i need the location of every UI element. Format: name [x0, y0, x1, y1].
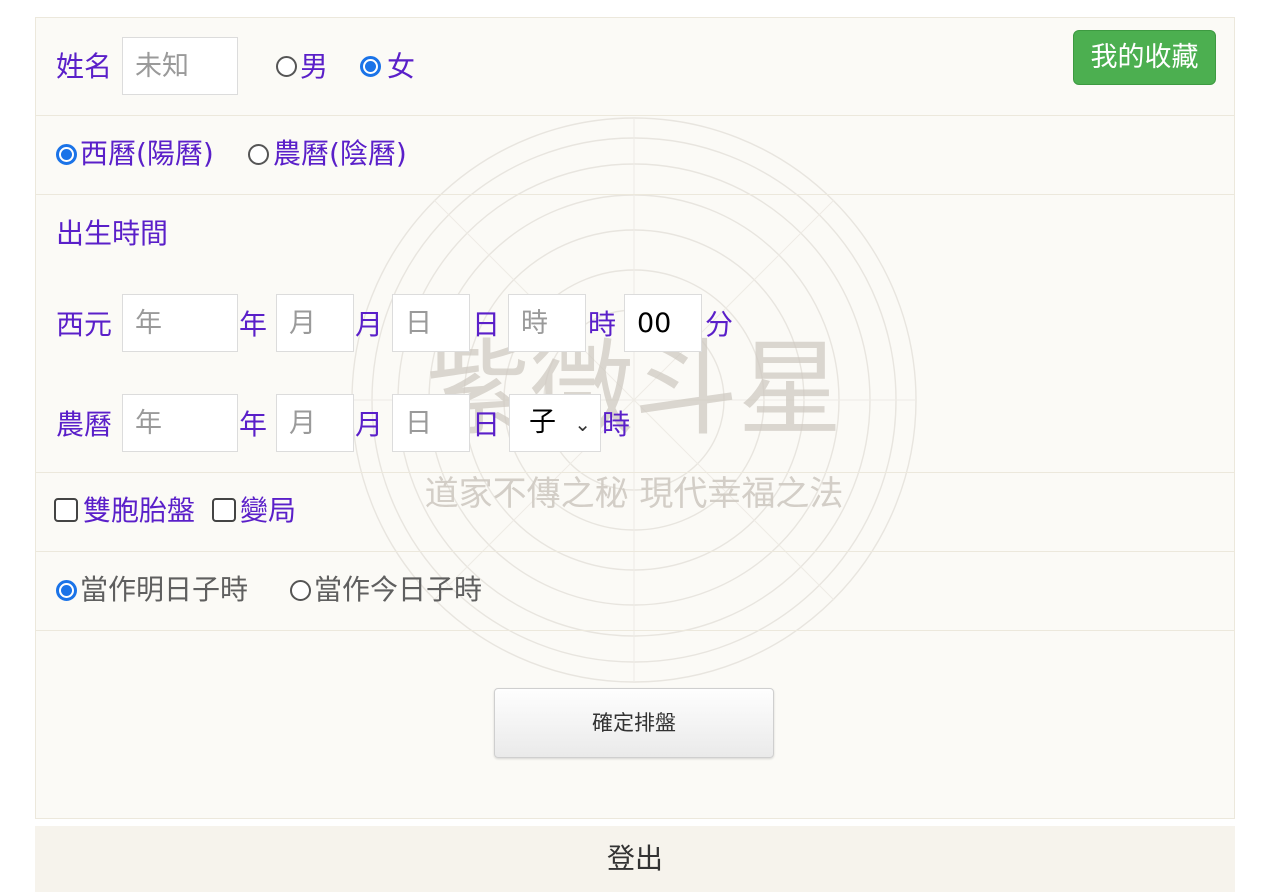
twin-checkbox[interactable] — [54, 498, 78, 522]
twin-label[interactable]: 雙胞胎盤 — [83, 493, 195, 529]
variant-checkbox[interactable] — [212, 498, 236, 522]
gender-female-label[interactable]: 女 — [387, 49, 415, 85]
lunar-calendar-radio[interactable] — [248, 144, 269, 165]
solar-minute-input[interactable] — [624, 294, 702, 352]
lunar-calendar-label[interactable]: 農曆(陰曆) — [273, 136, 407, 172]
name-row: 姓名 男 女 我的收藏 — [36, 18, 1234, 116]
solar-month-input[interactable] — [276, 294, 354, 352]
lunar-year-input[interactable] — [122, 394, 238, 452]
zi-tomorrow-label[interactable]: 當作明日子時 — [80, 572, 248, 608]
lunar-month-unit: 月 — [355, 408, 384, 441]
variant-label[interactable]: 變局 — [240, 493, 296, 529]
name-input[interactable] — [122, 37, 238, 95]
lunar-day-unit: 日 — [472, 408, 501, 441]
lunar-hour-select-value: 子 — [529, 407, 556, 438]
gender-male-radio[interactable] — [276, 56, 297, 77]
lunar-month-input[interactable] — [276, 394, 354, 452]
solar-minute-unit: 分 — [705, 308, 734, 341]
lunar-year-unit: 年 — [239, 408, 268, 441]
lunar-hour-select[interactable]: 子 ⌄ — [509, 394, 601, 452]
chevron-down-icon: ⌄ — [574, 412, 591, 436]
options-row: 雙胞胎盤 變局 — [36, 472, 1234, 552]
solar-hour-unit: 時 — [588, 308, 617, 341]
zi-tomorrow-radio[interactable] — [56, 580, 77, 601]
lunar-day-input[interactable] — [392, 394, 470, 452]
solar-calendar-radio[interactable] — [56, 144, 77, 165]
birth-time-title: 出生時間 — [56, 217, 169, 250]
zi-today-label[interactable]: 當作今日子時 — [314, 572, 482, 608]
solar-year-input[interactable] — [122, 294, 238, 352]
solar-calendar-label[interactable]: 西曆(陽曆) — [80, 136, 214, 172]
gender-female-radio[interactable] — [360, 56, 381, 77]
solar-day-unit: 日 — [472, 308, 501, 341]
solar-hour-input[interactable] — [508, 294, 586, 352]
name-label: 姓名 — [56, 50, 113, 83]
form-panel: 紫微斗星 道家不傳之秘 現代幸福之法 姓名 男 女 我的收藏 西曆(陽曆) 農曆… — [35, 17, 1235, 819]
zi-hour-row: 當作明日子時 當作今日子時 — [36, 551, 1234, 631]
solar-day-input[interactable] — [392, 294, 470, 352]
gender-male-label[interactable]: 男 — [300, 49, 328, 85]
logout-button[interactable]: 登出 — [35, 826, 1235, 892]
calendar-type-row: 西曆(陽曆) 農曆(陰曆) — [36, 115, 1234, 195]
zi-today-radio[interactable] — [290, 580, 311, 601]
solar-month-unit: 月 — [355, 308, 384, 341]
lunar-hour-unit: 時 — [602, 408, 631, 441]
lunar-row-label: 農曆 — [56, 408, 113, 441]
solar-row-label: 西元 — [56, 308, 113, 341]
confirm-chart-button[interactable]: 確定排盤 — [494, 688, 774, 758]
solar-year-unit: 年 — [239, 308, 268, 341]
my-favorites-button[interactable]: 我的收藏 — [1073, 30, 1216, 85]
